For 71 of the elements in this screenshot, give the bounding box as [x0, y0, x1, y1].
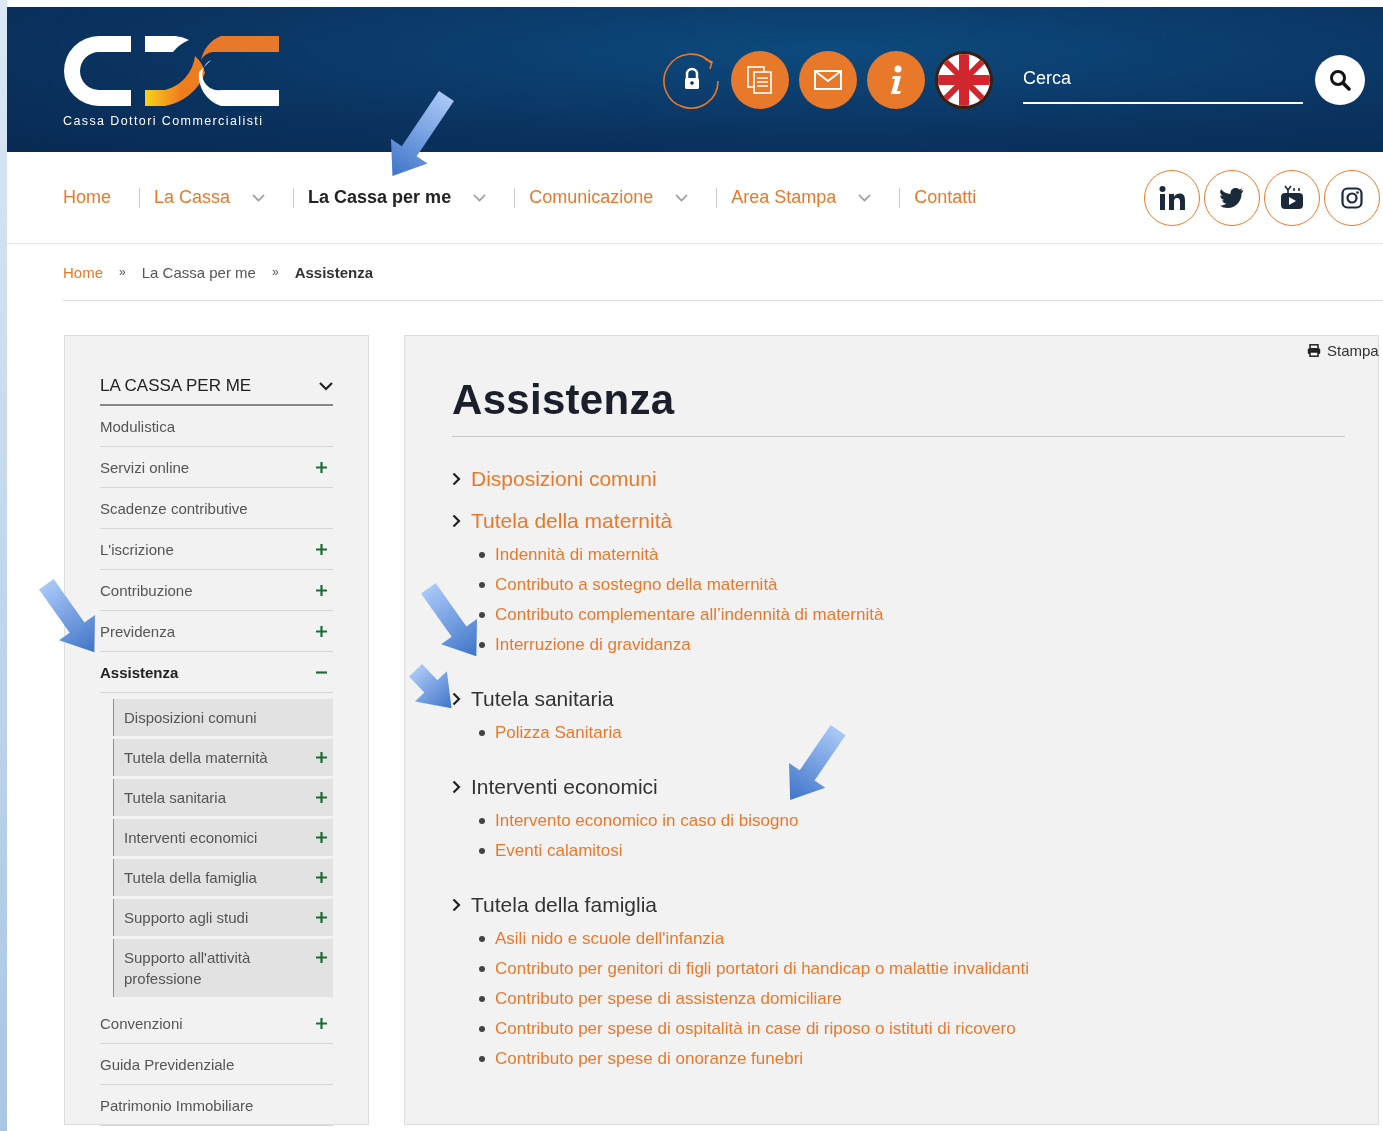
- info-icon[interactable]: [867, 50, 925, 109]
- bullet-icon: [479, 936, 485, 942]
- sidebar-subitem[interactable]: Tutela sanitaria: [113, 779, 333, 816]
- plus-icon[interactable]: [316, 872, 327, 883]
- sidebar-title: LA CASSA PER ME: [100, 376, 252, 396]
- page-title: Assistenza: [452, 376, 1345, 437]
- plus-icon[interactable]: [316, 1017, 327, 1029]
- bullet-icon: [479, 552, 485, 558]
- sidebar-item[interactable]: Servizi online: [100, 447, 333, 488]
- chevron-right-icon: [452, 898, 461, 912]
- chevron-right-icon: [452, 514, 461, 528]
- plus-icon[interactable]: [316, 792, 327, 803]
- plus-icon[interactable]: [316, 625, 327, 637]
- bullet-icon: [479, 612, 485, 618]
- sidebar-header[interactable]: LA CASSA PER ME: [100, 366, 333, 406]
- callout-arrow: [409, 663, 452, 708]
- chevron-right-icon: [452, 692, 461, 706]
- bullet-icon: [479, 966, 485, 972]
- sidebar-item[interactable]: Convenzioni: [100, 1003, 333, 1044]
- nav-link[interactable]: La Cassa per me: [308, 187, 452, 208]
- sidebar-subitem[interactable]: Tutela della famiglia: [113, 859, 333, 896]
- bullet-icon: [479, 1026, 485, 1032]
- sidebar-item[interactable]: Modulistica: [100, 406, 333, 447]
- bullet-icon: [479, 582, 485, 588]
- lock-icon[interactable]: [663, 50, 721, 109]
- section-heading: Tutela sanitaria: [471, 687, 614, 711]
- bullet-icon: [479, 996, 485, 1002]
- bullet-icon: [479, 848, 485, 854]
- sidebar-subitem[interactable]: Supporto all'attività professione: [113, 939, 333, 997]
- breadcrumb-link[interactable]: La Cassa per me: [141, 263, 256, 281]
- breadcrumb-separator: »: [271, 265, 279, 279]
- bullet-icon: [479, 1056, 485, 1062]
- plus-icon[interactable]: [316, 832, 327, 843]
- sidebar-subitem[interactable]: Interventi economici: [113, 819, 333, 856]
- documents-icon[interactable]: [731, 50, 789, 109]
- sidebar-subitem[interactable]: Disposizioni comuni: [113, 699, 333, 736]
- chevron-down-icon[interactable]: [319, 381, 333, 391]
- breadcrumb-current: Assistenza: [294, 263, 373, 281]
- section-heading: Tutela della famiglia: [471, 893, 657, 917]
- plus-icon[interactable]: [316, 461, 327, 473]
- sidebar-item[interactable]: Scadenze contributive: [100, 488, 333, 529]
- breadcrumb-link[interactable]: Home: [63, 263, 103, 281]
- sidebar-item[interactable]: Assistenza: [100, 652, 333, 693]
- nav-link[interactable]: Area Stampa: [731, 187, 837, 208]
- nav-link[interactable]: La Cassa: [154, 187, 231, 208]
- plus-icon[interactable]: [316, 912, 327, 923]
- bullet-icon: [479, 818, 485, 824]
- bullet-icon: [479, 642, 485, 648]
- section-heading: Interventi economici: [471, 775, 658, 799]
- mail-icon[interactable]: [799, 50, 857, 109]
- search-field[interactable]: Cerca: [1023, 55, 1303, 104]
- breadcrumb-separator: »: [119, 265, 126, 279]
- sidebar-subitem[interactable]: Tutela della maternità: [113, 739, 333, 776]
- chevron-right-icon: [452, 780, 461, 794]
- sidebar-subitem[interactable]: Supporto agli studi: [113, 899, 333, 936]
- chevron-right-icon: [452, 472, 461, 486]
- sidebar-item[interactable]: Guida Previdenziale: [100, 1044, 333, 1085]
- sidebar-item[interactable]: L'iscrizione: [100, 529, 333, 570]
- sidebar-item[interactable]: Contribuzione: [100, 570, 333, 611]
- plus-icon[interactable]: [316, 584, 327, 596]
- plus-icon[interactable]: [316, 752, 327, 763]
- sidebar-item[interactable]: Previdenza: [100, 611, 333, 652]
- search-button[interactable]: [1315, 54, 1365, 105]
- bullet-icon: [479, 730, 485, 736]
- plus-icon[interactable]: [316, 952, 327, 963]
- search-icon: [1329, 68, 1351, 91]
- logo-subtitle: Cassa Dottori Commercialisti: [63, 113, 265, 128]
- print-button[interactable]: Stampa: [1307, 342, 1379, 359]
- sidebar-item[interactable]: Patrimonio Immobiliare: [100, 1085, 333, 1126]
- plus-icon[interactable]: [316, 543, 327, 555]
- printer-icon: [1307, 344, 1321, 357]
